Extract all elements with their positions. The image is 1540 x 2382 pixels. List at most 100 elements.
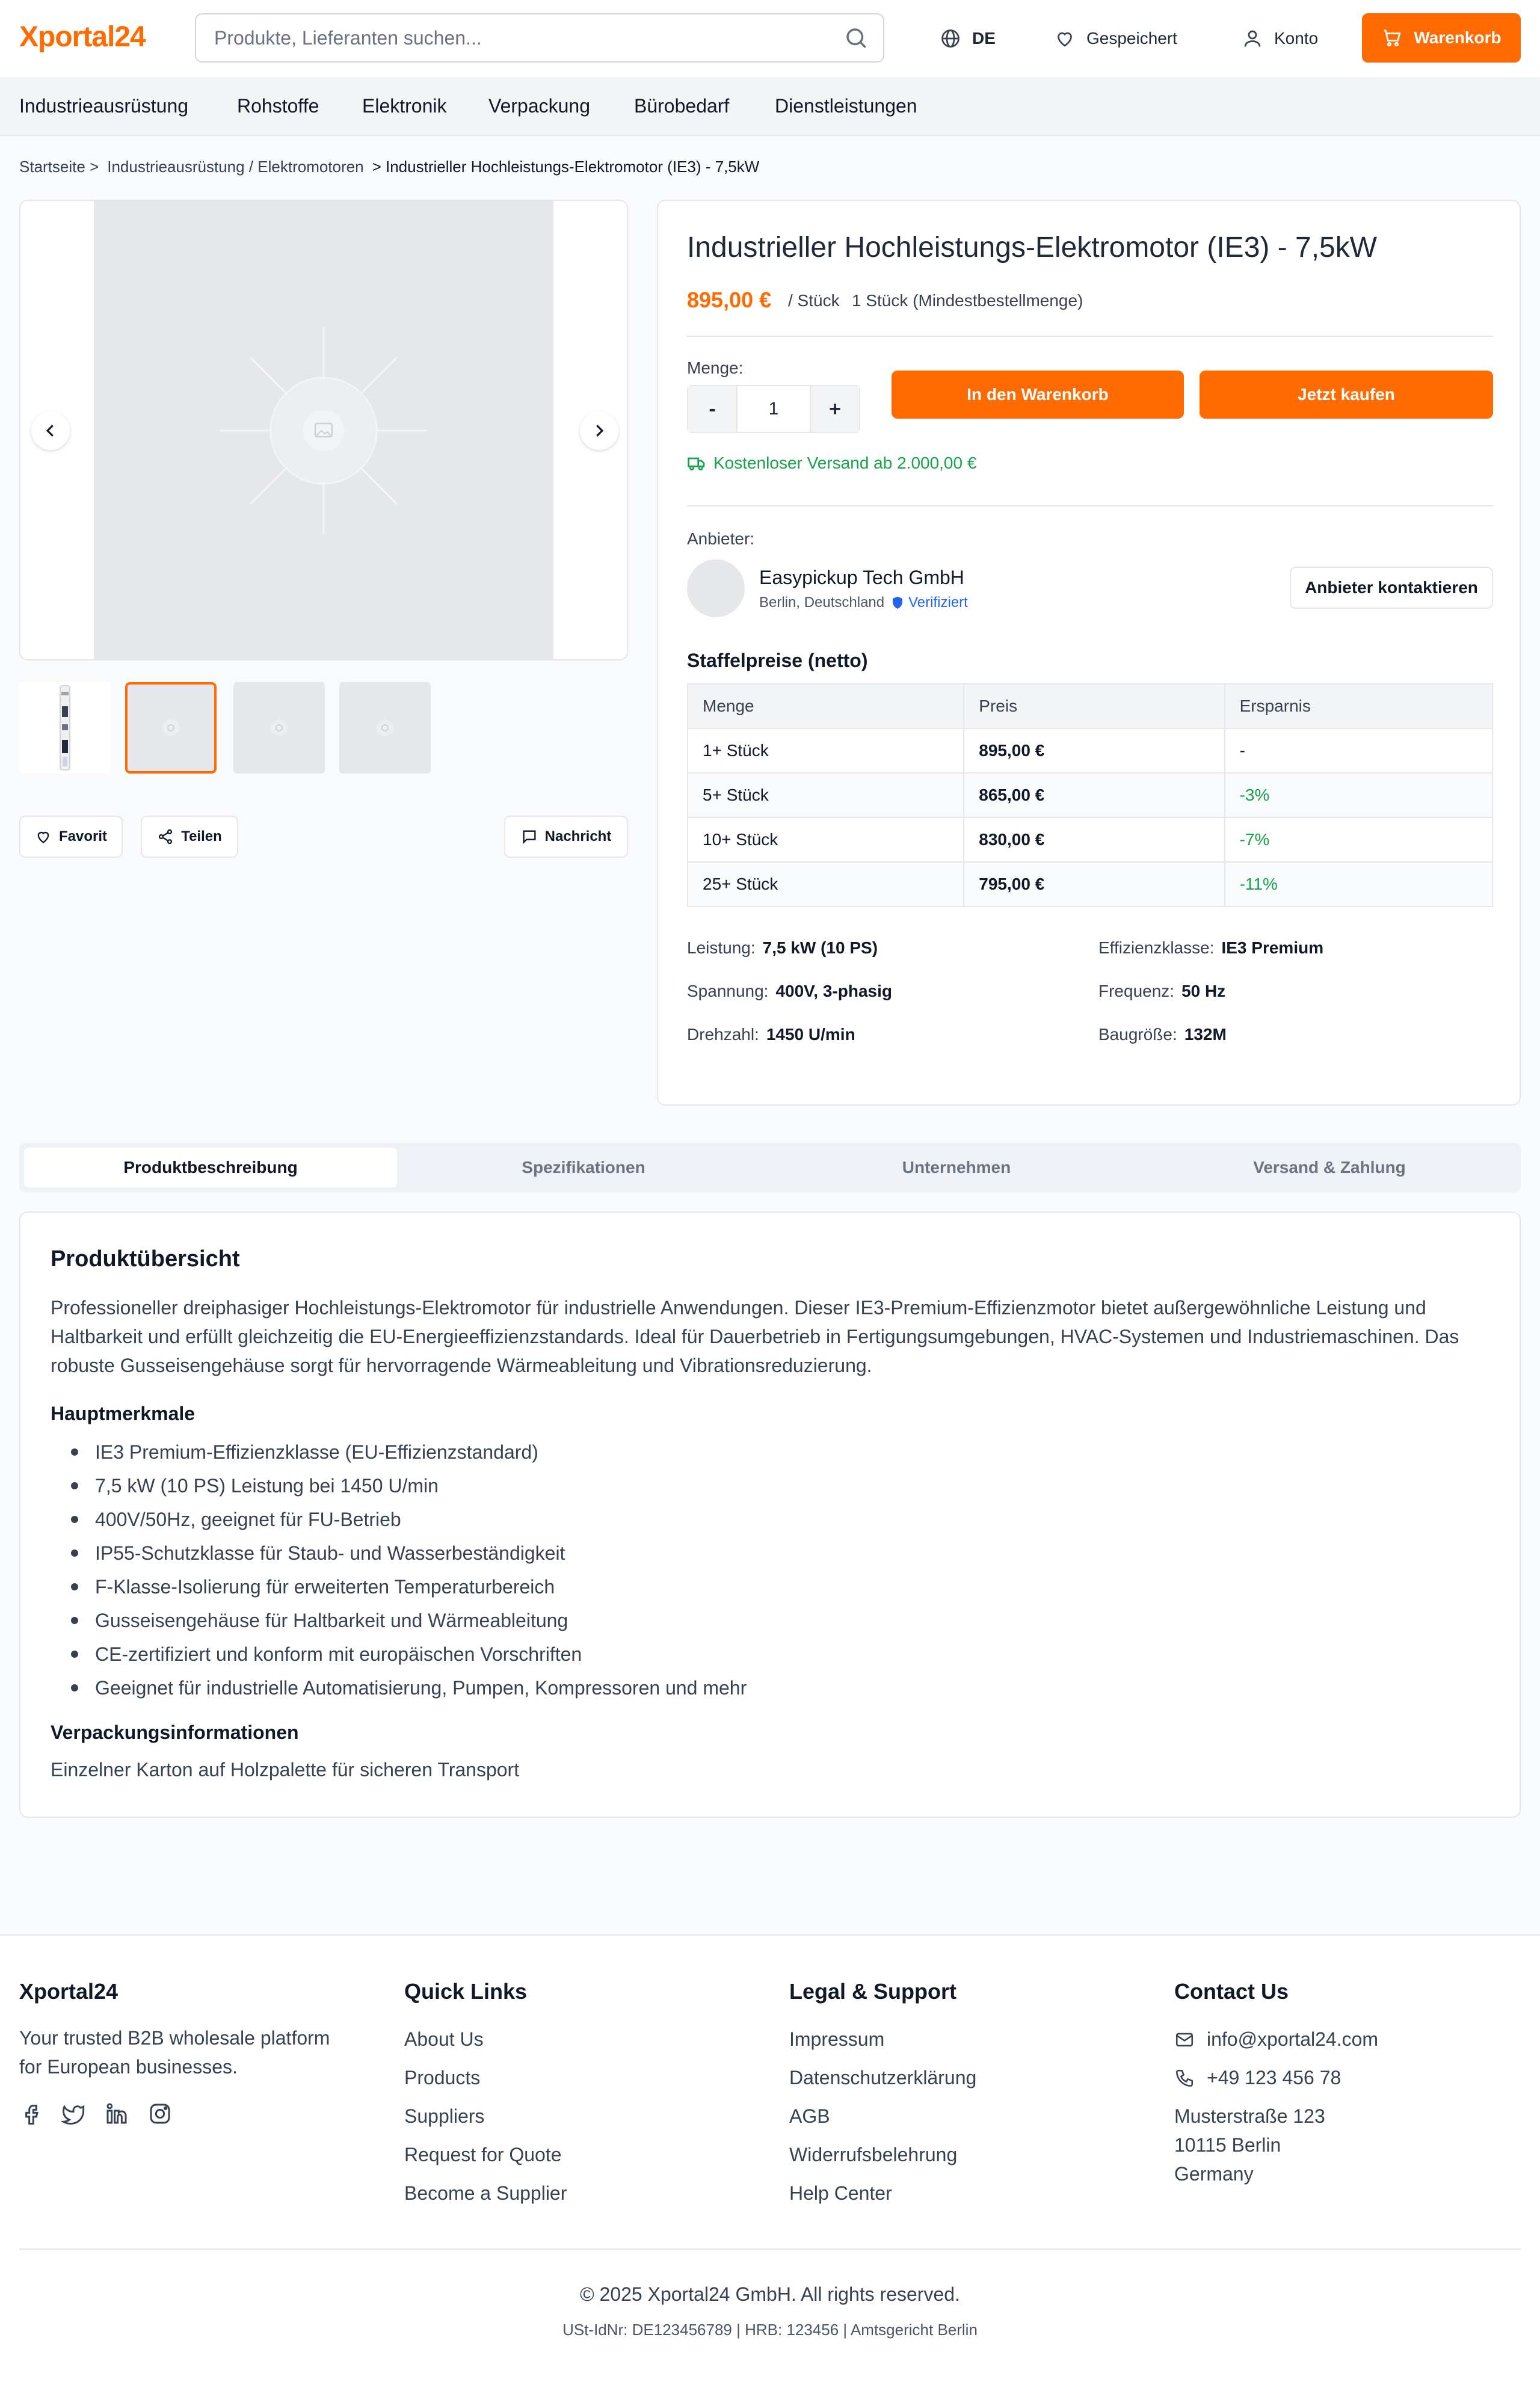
tier-pricing-title: Staffelpreise (netto) xyxy=(687,650,868,671)
tab-versand-zahlung[interactable]: Versand & Zahlung xyxy=(1143,1148,1516,1187)
contact-supplier-button[interactable]: Anbieter kontaktieren xyxy=(1290,567,1493,609)
instagram-icon[interactable] xyxy=(148,2102,172,2126)
twitter-icon[interactable] xyxy=(61,2102,85,2126)
shipping-text: Kostenloser Versand ab 2.000,00 € xyxy=(713,454,977,472)
supplier-name[interactable]: Easypickup Tech GmbH xyxy=(759,567,964,589)
tier-price: 865,00 € xyxy=(963,772,1225,818)
minimum-order: 1 Stück (Mindestbestellmenge) xyxy=(852,291,1083,310)
footer-link-suppliers[interactable]: Suppliers xyxy=(404,2105,484,2128)
product-price: 895,00 € xyxy=(687,288,772,312)
spec-label: Spannung: xyxy=(687,982,769,1000)
tab-spezifikationen[interactable]: Spezifikationen xyxy=(397,1148,770,1187)
packaging-title: Verpackungsinformationen xyxy=(51,1722,299,1743)
thumbnail-4[interactable] xyxy=(339,682,431,774)
list-item: IE3 Premium-Effizienzklasse (EU-Effizien… xyxy=(51,1435,747,1469)
message-button[interactable]: Nachricht xyxy=(504,816,628,858)
cart-icon xyxy=(1384,29,1401,47)
account-link[interactable]: Konto xyxy=(1242,24,1318,53)
list-item: Geeignet für industrielle Automatisierun… xyxy=(51,1671,747,1705)
gallery-next-button[interactable] xyxy=(580,411,618,450)
footer-link-become-supplier[interactable]: Become a Supplier xyxy=(404,2182,567,2205)
logo[interactable]: Xportal24 xyxy=(19,20,146,54)
spec-label: Baugröße: xyxy=(1098,1025,1177,1044)
list-item: IP55-Schutzklasse für Staub- und Wasserb… xyxy=(51,1536,747,1570)
message-label: Nachricht xyxy=(544,828,612,845)
search-icon[interactable] xyxy=(843,25,869,51)
tab-unternehmen[interactable]: Unternehmen xyxy=(770,1148,1143,1187)
supplier-avatar[interactable] xyxy=(687,559,745,617)
facebook-icon[interactable] xyxy=(19,2102,43,2126)
thumbnail-3[interactable] xyxy=(233,682,325,774)
main-product-image[interactable] xyxy=(94,201,553,659)
shipping-info: Kostenloser Versand ab 2.000,00 € xyxy=(687,454,976,473)
footer-link-agb[interactable]: AGB xyxy=(789,2105,830,2128)
footer-email[interactable]: info@xportal24.com xyxy=(1174,2028,1378,2051)
share-button[interactable]: Teilen xyxy=(141,816,238,858)
nav-item-elektronik[interactable]: Elektronik xyxy=(362,95,447,117)
footer-phone[interactable]: +49 123 456 78 xyxy=(1174,2067,1341,2089)
search-input[interactable] xyxy=(214,14,816,61)
nav-item-buerobedarf[interactable]: Bürobedarf xyxy=(634,95,729,117)
language-selector[interactable]: DE xyxy=(940,24,996,53)
gallery-prev-button[interactable] xyxy=(31,411,70,450)
footer-brand: Xportal24 xyxy=(19,1979,119,2004)
footer-link-rfq[interactable]: Request for Quote xyxy=(404,2144,561,2166)
breadcrumb-current: > Industrieller Hochleistungs-Elektromot… xyxy=(372,158,760,176)
spec-label: Effizienzklasse: xyxy=(1098,938,1215,957)
thumbnail-motor[interactable] xyxy=(19,682,111,774)
footer-link-widerruf[interactable]: Widerrufsbelehrung xyxy=(789,2144,957,2166)
product-tabs: Produktbeschreibung Spezifikationen Unte… xyxy=(19,1143,1521,1192)
quantity-input[interactable]: 1 xyxy=(736,386,811,432)
tier-quantity: 1+ Stück xyxy=(686,728,965,774)
spec-baugroesse: Baugröße: 132M xyxy=(1098,1025,1227,1044)
footer-link-products[interactable]: Products xyxy=(404,2067,480,2089)
tab-produktbeschreibung[interactable]: Produktbeschreibung xyxy=(24,1148,397,1187)
linkedin-icon[interactable] xyxy=(105,2102,129,2126)
nav-item-rohstoffe[interactable]: Rohstoffe xyxy=(237,95,319,117)
search-box[interactable] xyxy=(195,13,884,63)
column-header-menge: Menge xyxy=(686,683,965,729)
tier-quantity: 5+ Stück xyxy=(686,772,965,818)
breadcrumb-category[interactable]: Industrieausrüstung / Elektromotoren xyxy=(107,158,363,176)
column-header-ersparnis: Ersparnis xyxy=(1224,683,1494,729)
nav-item-verpackung[interactable]: Verpackung xyxy=(488,95,590,117)
breadcrumb-home[interactable]: Startseite > xyxy=(19,158,99,176)
footer-link-about[interactable]: About Us xyxy=(404,2028,484,2051)
list-item: F-Klasse-Isolierung für erweiterten Temp… xyxy=(51,1570,747,1604)
footer-link-impressum[interactable]: Impressum xyxy=(789,2028,884,2051)
chevron-right-icon xyxy=(596,425,604,437)
thumbnail-2[interactable] xyxy=(125,682,217,774)
spec-value: 1450 U/min xyxy=(766,1025,855,1044)
verified-badge: Verifiziert xyxy=(890,594,968,611)
truck-icon xyxy=(688,457,705,470)
email-text: info@xportal24.com xyxy=(1207,2028,1379,2050)
spec-spannung: Spannung: 400V, 3-phasig xyxy=(687,982,892,1001)
quantity-increase-button[interactable]: + xyxy=(811,386,859,432)
message-icon xyxy=(523,830,536,845)
spec-label: Drehzahl: xyxy=(687,1025,759,1044)
favorite-button[interactable]: Favorit xyxy=(19,816,123,858)
phone-icon xyxy=(1175,2069,1194,2087)
tier-quantity: 10+ Stück xyxy=(686,817,965,863)
add-to-cart-button[interactable]: In den Warenkorb xyxy=(892,371,1184,419)
quantity-decrease-button[interactable]: - xyxy=(688,386,736,432)
buy-now-button[interactable]: Jetzt kaufen xyxy=(1200,371,1493,419)
nav-item-industrieausruestung[interactable]: Industrieausrüstung xyxy=(19,95,188,117)
footer-link-datenschutz[interactable]: Datenschutzerklärung xyxy=(789,2067,976,2089)
share-label: Teilen xyxy=(181,828,222,845)
nav-item-dienstleistungen[interactable]: Dienstleistungen xyxy=(775,95,917,117)
heart-icon xyxy=(37,831,49,843)
saved-link[interactable]: Gespeichert xyxy=(1054,24,1177,53)
footer-link-help[interactable]: Help Center xyxy=(789,2182,892,2205)
image-placeholder-icon xyxy=(220,327,427,534)
copyright: © 2025 Xportal24 GmbH. All rights reserv… xyxy=(580,2283,960,2305)
footer: Xportal24 Your trusted B2B wholesale pla… xyxy=(0,1934,1540,2382)
shield-check-icon xyxy=(893,597,903,609)
table-row: 25+ Stück 795,00 € -11% xyxy=(686,861,1494,907)
share-icon xyxy=(159,829,173,845)
tier-price: 895,00 € xyxy=(963,728,1225,774)
heart-icon xyxy=(1058,32,1072,47)
cart-button[interactable]: Warenkorb xyxy=(1362,13,1521,63)
spec-value: 132M xyxy=(1184,1025,1227,1044)
tier-saving: -7% xyxy=(1224,817,1494,863)
